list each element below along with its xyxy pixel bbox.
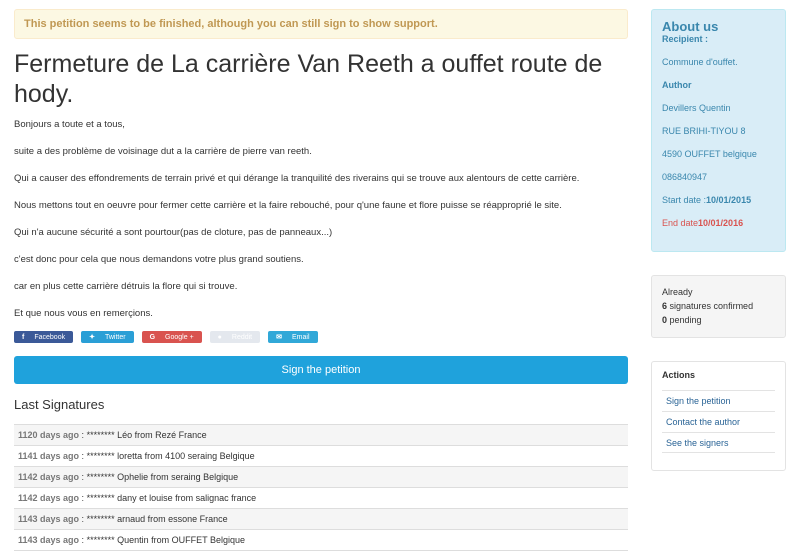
actions-heading: Actions — [662, 370, 696, 380]
end-date-row: End date10/01/2016 — [662, 218, 775, 229]
share-twitter-label: Twitter — [104, 333, 126, 341]
signatures-list: 1120 days ago : ******** Léo from Rezé F… — [14, 424, 628, 551]
signature-row: 1141 days ago : ******** loretta from 41… — [14, 446, 628, 467]
signature-text: ******** Ophelie from seraing Belgique — [86, 472, 239, 482]
body-paragraph: Qui n'a aucune sécurité a sont pourtour(… — [14, 227, 333, 238]
share-facebook-label: Facebook — [34, 333, 66, 341]
signature-time: 1143 days ago — [18, 514, 80, 524]
author-address-street: RUE BRIHI-TIYOU 8 — [662, 126, 746, 136]
signature-text: ******** arnaud from essone France — [86, 514, 228, 524]
reddit-icon: ● — [217, 333, 222, 341]
signature-row: 1143 days ago : ******** arnaud from ess… — [14, 509, 628, 530]
share-reddit-button[interactable]: ● Reddit — [209, 331, 261, 343]
action-see-signers-link[interactable]: See the signers — [662, 432, 775, 453]
body-paragraph: suite a des problème de voisinage dut a … — [14, 146, 312, 157]
signature-row: 1142 days ago : ******** dany et louise … — [14, 488, 628, 509]
action-sign-link[interactable]: Sign the petition — [662, 390, 775, 411]
about-heading: About us — [662, 19, 719, 34]
sidebar: About us Recipient : Commune d'ouffet. A… — [651, 0, 786, 471]
start-date-row: Start date :10/01/2015 — [662, 195, 775, 206]
signature-time: 1142 days ago — [18, 472, 80, 482]
signature-text: ******** loretta from 4100 seraing Belgi… — [86, 451, 255, 461]
pending-text: pending — [669, 315, 702, 325]
recipient-value: Commune d'ouffet. — [662, 57, 738, 67]
share-reddit-label: Reddit — [231, 333, 253, 341]
body-paragraph: Bonjours a toute et a tous, — [14, 119, 125, 130]
body-paragraph: car en plus cette carrière détruis la fl… — [14, 281, 238, 292]
sign-petition-button[interactable]: Sign the petition — [14, 356, 628, 384]
signature-stats: Already 6 signatures confirmed 0 pending — [651, 275, 786, 338]
petition-title: Fermeture de La carrière Van Reeth a ouf… — [14, 50, 603, 108]
pending-count: 0 — [662, 315, 668, 325]
main-content: This petition seems to be finished, alth… — [14, 0, 628, 551]
signature-time: 1142 days ago — [18, 493, 80, 503]
signature-time: 1143 days ago — [18, 535, 80, 545]
share-twitter-button[interactable]: ✦ Twitter — [81, 331, 134, 343]
stats-already: Already — [662, 287, 693, 297]
body-paragraph: Et que nous vous en remerçions. — [14, 308, 153, 319]
share-email-button[interactable]: ✉ Email — [268, 331, 318, 343]
google-plus-icon: G — [149, 333, 156, 341]
end-date-value: 10/01/2016 — [698, 218, 744, 228]
author-address-city: 4590 OUFFET belgique — [662, 149, 757, 159]
share-email-label: Email — [292, 333, 310, 341]
signature-row: 1142 days ago : ******** Ophelie from se… — [14, 467, 628, 488]
envelope-icon: ✉ — [276, 334, 282, 341]
signature-row: 1143 days ago : ******** Quentin from OU… — [14, 530, 628, 551]
stats-pending: 0 pending — [662, 313, 775, 327]
start-date-label: Start date : — [662, 195, 707, 205]
about-panel: About us Recipient : Commune d'ouffet. A… — [651, 9, 786, 252]
signature-text: ******** Léo from Rezé France — [86, 430, 207, 440]
share-buttons: f Facebook ✦ Twitter G Google + ● Reddit ✉ Em… — [14, 331, 628, 343]
author-name: Devillers Quentin — [662, 103, 731, 113]
actions-panel: Actions Sign the petition Contact the au… — [651, 361, 786, 471]
author-phone: 086840947 — [662, 172, 708, 182]
start-date-value: 10/01/2015 — [706, 195, 752, 205]
end-date-label: End date — [662, 218, 699, 228]
confirmed-count: 6 — [662, 301, 668, 311]
signature-row: 1120 days ago : ******** Léo from Rezé F… — [14, 425, 628, 446]
finished-alert: This petition seems to be finished, alth… — [14, 9, 628, 39]
body-paragraph: c'est donc pour cela que nous demandons … — [14, 254, 304, 265]
confirmed-text: signatures confirmed — [669, 301, 754, 311]
share-facebook-button[interactable]: f Facebook — [14, 331, 74, 343]
signature-text: ******** dany et louise from salignac fr… — [86, 493, 257, 503]
recipient-label: Recipient : — [662, 34, 709, 44]
last-signatures-heading: Last Signatures — [14, 397, 105, 412]
signature-time: 1120 days ago — [18, 430, 80, 440]
body-paragraph: Nous mettons tout en oeuvre pour fermer … — [14, 200, 562, 211]
stats-confirmed: 6 signatures confirmed — [662, 299, 775, 313]
author-label: Author — [662, 80, 692, 90]
share-google-button[interactable]: G Google + — [141, 331, 202, 343]
share-google-label: Google + — [165, 333, 194, 341]
petition-body: Bonjours a toute et a tous, suite a des … — [14, 119, 628, 319]
body-paragraph: Qui a causer des effondrements de terrai… — [14, 173, 580, 184]
signature-time: 1141 days ago — [18, 451, 80, 461]
facebook-icon: f — [22, 333, 25, 341]
action-contact-link[interactable]: Contact the author — [662, 411, 775, 432]
signature-text: ******** Quentin from OUFFET Belgique — [86, 535, 245, 545]
twitter-icon: ✦ — [89, 334, 95, 341]
